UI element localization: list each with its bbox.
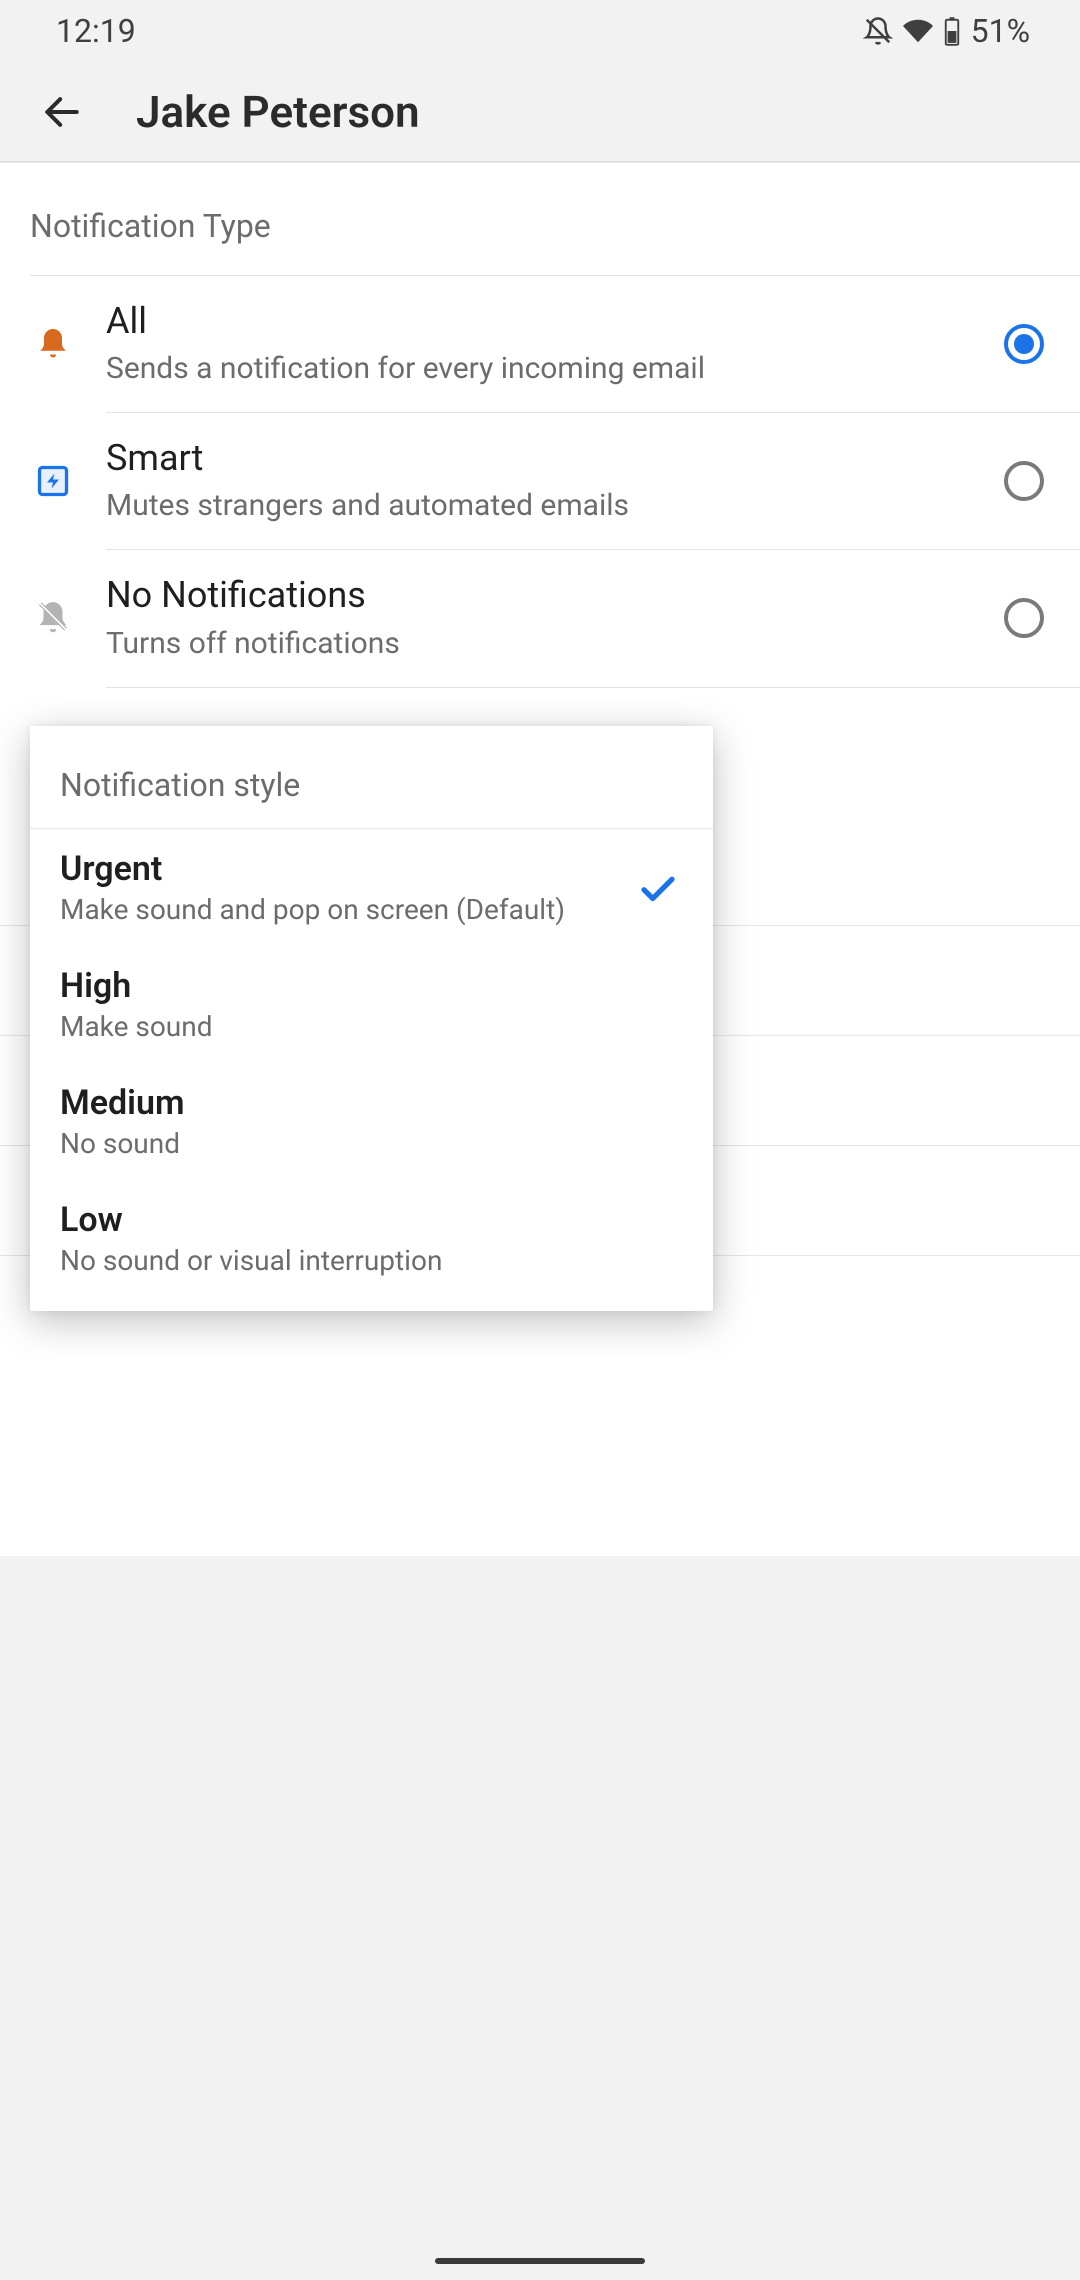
row-desc: Turns off notifications	[106, 624, 948, 663]
status-icons: 51%	[863, 12, 1030, 50]
smart-icon	[30, 463, 76, 499]
row-notif-smart[interactable]: Smart Mutes strangers and automated emai…	[0, 413, 1080, 549]
row-notif-all[interactable]: All Sends a notification for every incom…	[0, 276, 1080, 412]
popup-item-low[interactable]: Low No sound or visual interruption	[30, 1180, 713, 1311]
radio-smart[interactable]	[1004, 461, 1044, 501]
row-desc: Sends a notification for every incoming …	[106, 349, 948, 388]
battery-icon	[943, 16, 961, 46]
back-button[interactable]	[36, 86, 88, 138]
status-battery: 51%	[971, 12, 1030, 50]
popup-item-desc: Make sound	[60, 1010, 683, 1043]
popup-item-medium[interactable]: Medium No sound	[30, 1063, 713, 1180]
popup-item-high[interactable]: High Make sound	[30, 946, 713, 1063]
wifi-icon	[903, 16, 933, 46]
status-time: 12:19	[56, 12, 136, 50]
popup-item-title: Medium	[60, 1083, 683, 1123]
status-bar: 12:19 51%	[0, 0, 1080, 62]
notification-type-list: All Sends a notification for every incom…	[0, 276, 1080, 688]
popup-item-desc: Make sound and pop on screen (Default)	[60, 893, 637, 926]
popup-item-title: Urgent	[60, 849, 637, 889]
popup-item-title: Low	[60, 1200, 683, 1240]
home-indicator[interactable]	[435, 2258, 645, 2264]
bell-off-icon	[863, 16, 893, 46]
notification-style-popup: Notification style Urgent Make sound and…	[30, 726, 713, 1311]
popup-item-desc: No sound or visual interruption	[60, 1244, 683, 1277]
popup-title: Notification style	[30, 726, 713, 828]
popup-item-urgent[interactable]: Urgent Make sound and pop on screen (Def…	[30, 829, 713, 946]
popup-item-title: High	[60, 966, 683, 1006]
bell-icon	[30, 324, 76, 364]
section-heading-notification-type: Notification Type	[0, 163, 1080, 275]
popup-item-desc: No sound	[60, 1127, 683, 1160]
row-title: No Notifications	[106, 574, 948, 617]
check-icon	[637, 867, 683, 909]
row-title: Smart	[106, 437, 948, 480]
row-notif-none[interactable]: No Notifications Turns off notifications	[0, 550, 1080, 686]
app-bar: Jake Peterson	[0, 62, 1080, 162]
row-title: All	[106, 300, 948, 343]
radio-all[interactable]	[1004, 324, 1044, 364]
page-title: Jake Peterson	[136, 86, 420, 138]
bell-off-icon	[30, 598, 76, 638]
radio-none[interactable]	[1004, 598, 1044, 638]
row-desc: Mutes strangers and automated emails	[106, 486, 948, 525]
